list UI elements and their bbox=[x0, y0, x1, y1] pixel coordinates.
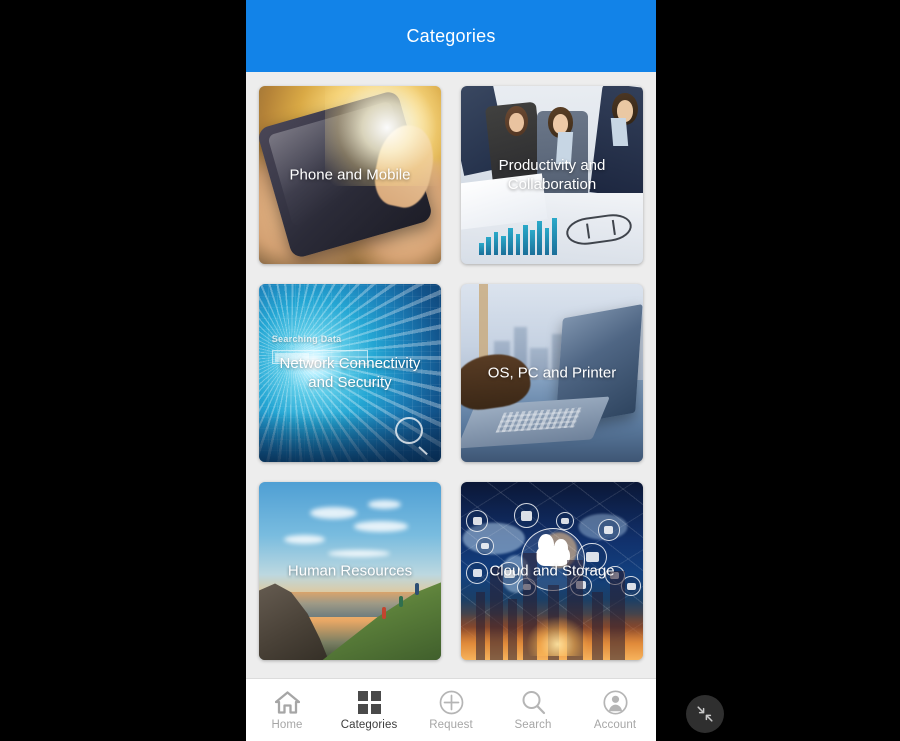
page-title: Categories bbox=[406, 25, 496, 46]
collapse-floating-button[interactable] bbox=[686, 695, 724, 733]
home-icon bbox=[274, 689, 300, 715]
nav-label-categories: Categories bbox=[340, 719, 398, 731]
category-scroll-area[interactable]: Phone and Mobile Productivity and Collab… bbox=[246, 72, 656, 678]
cloud-network-world-map-image bbox=[461, 482, 643, 660]
nav-item-categories[interactable]: Categories bbox=[328, 679, 410, 741]
category-card-human-resources[interactable]: Human Resources bbox=[259, 482, 441, 660]
category-card-productivity-and-collaboration[interactable]: Productivity and Collaboration bbox=[461, 86, 643, 264]
phone-viewport: Categories Phone and Mobile Productivity… bbox=[246, 0, 656, 741]
cloud-icon bbox=[535, 534, 571, 566]
bottom-navigation-bar: Home Categories Request Search Account bbox=[246, 678, 656, 741]
nav-label-search: Search bbox=[514, 719, 552, 731]
nav-label-home: Home bbox=[271, 719, 303, 731]
cyan-digital-data-burst-image: Searching Data bbox=[259, 284, 441, 462]
category-card-cloud-and-storage[interactable]: Cloud and Storage bbox=[461, 482, 643, 660]
account-icon bbox=[602, 689, 628, 715]
grid-icon bbox=[357, 689, 381, 715]
collapse-arrows-icon bbox=[697, 706, 713, 722]
app-header: Categories bbox=[246, 0, 656, 72]
search-icon bbox=[521, 689, 546, 715]
nav-item-home[interactable]: Home bbox=[246, 679, 328, 741]
category-card-os-pc-and-printer[interactable]: OS, PC and Printer bbox=[461, 284, 643, 462]
hikers-on-hillside-sunset-image bbox=[259, 482, 441, 660]
hand-on-laptop-city-window-image bbox=[461, 284, 643, 462]
magnifier-icon bbox=[395, 417, 423, 445]
nav-item-request[interactable]: Request bbox=[410, 679, 492, 741]
category-card-phone-and-mobile[interactable]: Phone and Mobile bbox=[259, 86, 441, 264]
nav-item-account[interactable]: Account bbox=[574, 679, 656, 741]
nav-label-request: Request bbox=[429, 719, 473, 731]
category-grid: Phone and Mobile Productivity and Collab… bbox=[259, 86, 643, 660]
category-card-network-connectivity-and-security[interactable]: Searching Data Network Connectivity and … bbox=[259, 284, 441, 462]
nav-item-search[interactable]: Search bbox=[492, 679, 574, 741]
phone-in-hands-sunset-image bbox=[259, 86, 441, 264]
screen-root: Categories Phone and Mobile Productivity… bbox=[0, 0, 900, 741]
business-team-meeting-image bbox=[461, 86, 643, 264]
plus-circle-icon bbox=[439, 689, 464, 715]
nav-label-account: Account bbox=[593, 719, 637, 731]
search-bar-graphic bbox=[271, 349, 369, 365]
searching-data-overlay-text: Searching Data bbox=[271, 333, 342, 344]
